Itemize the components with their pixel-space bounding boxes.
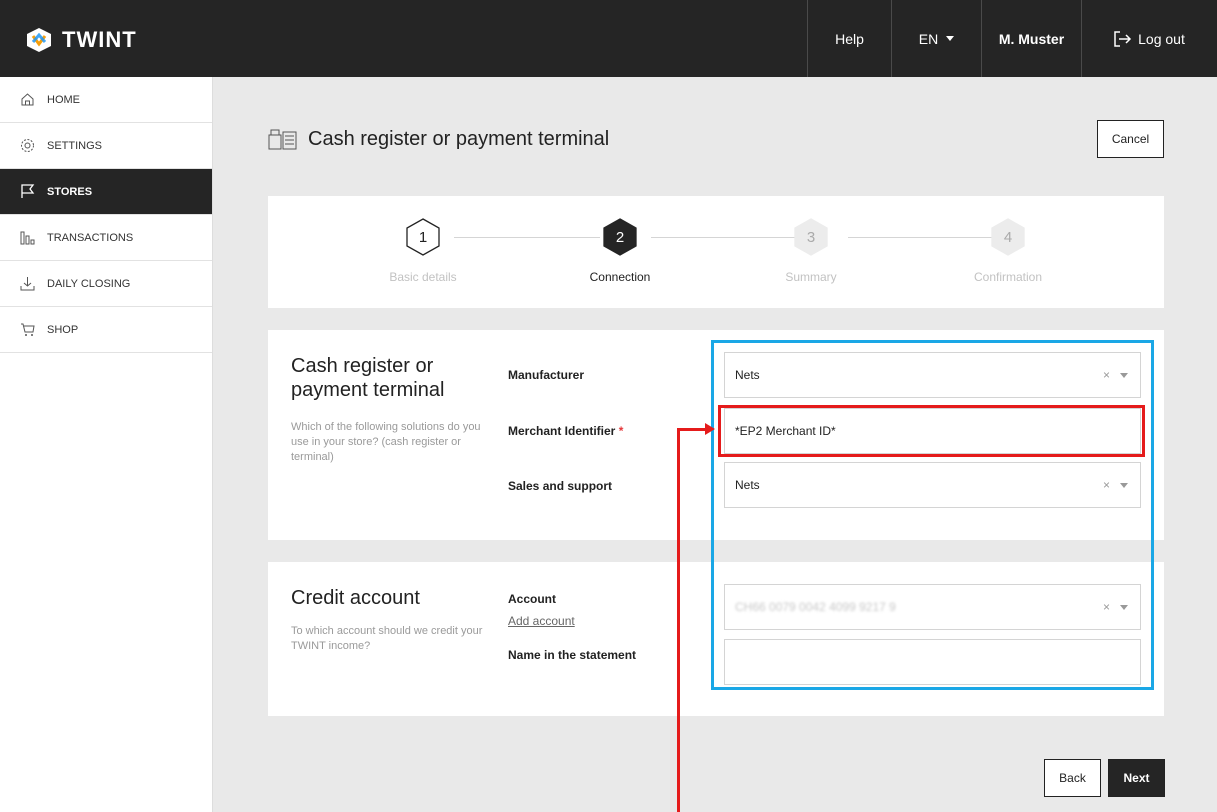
step-label: Summary — [785, 270, 837, 284]
select-controls: × — [1103, 600, 1128, 614]
page-title-row: Cash register or payment terminal — [268, 128, 609, 151]
section-title: Cash register or payment terminal — [291, 355, 445, 401]
account-select[interactable]: CH66 0079 0042 4099 9217 9 × — [724, 584, 1141, 630]
merchant-id-label-text: Merchant Identifier — [508, 424, 616, 438]
clear-icon[interactable]: × — [1103, 478, 1110, 492]
step-number: 4 — [1003, 228, 1013, 246]
add-account-link[interactable]: Add account — [508, 614, 575, 628]
language-selector[interactable]: EN — [891, 0, 981, 77]
account-label: Account — [508, 592, 556, 606]
logout-label: Log out — [1138, 30, 1185, 47]
next-label: Next — [1123, 771, 1150, 785]
page-title: Cash register or payment terminal — [308, 128, 610, 150]
sidebar-item-label: HOME — [47, 93, 80, 106]
chevron-down-icon[interactable] — [1120, 604, 1128, 610]
section-title: Credit account — [291, 587, 420, 609]
flag-icon — [21, 184, 35, 198]
twint-logo[interactable]: TWINT — [24, 26, 137, 54]
progress-stepper: 1 Basic details 2 Connection 3 Summary 4… — [268, 196, 1164, 308]
top-bar: TWINT Help EN M. Muster Log out — [0, 0, 1217, 77]
cancel-button[interactable]: Cancel — [1097, 120, 1164, 158]
step-number: 3 — [806, 228, 816, 246]
cancel-label: Cancel — [1111, 132, 1150, 146]
cash-register-icon — [268, 129, 297, 149]
logo-text: TWINT — [62, 27, 137, 52]
sidebar-item-transactions[interactable]: TRANSACTIONS — [0, 215, 212, 261]
user-name: M. Muster — [998, 30, 1065, 47]
hexagon-icon: 2 — [602, 218, 638, 256]
step-label: Basic details — [389, 270, 457, 284]
home-icon — [21, 93, 34, 106]
account-value: CH66 0079 0042 4099 9217 9 — [735, 600, 896, 614]
step-number: 1 — [418, 228, 428, 246]
required-marker: * — [618, 424, 624, 438]
merchant-id-input[interactable]: *EP2 Merchant ID* — [724, 408, 1141, 454]
bar-chart-icon — [20, 231, 35, 245]
cart-icon — [21, 323, 35, 336]
step-connection: 2 Connection — [570, 218, 670, 284]
sales-support-select[interactable]: Nets × — [724, 462, 1141, 508]
twint-logo-icon — [27, 28, 51, 52]
sidebar-item-label: SHOP — [47, 323, 79, 336]
help-link[interactable]: Help — [807, 0, 891, 77]
sidebar: HOME SETTINGS STORES TRANSACTIONS DAILY … — [0, 77, 213, 812]
statement-name-label: Name in the statement — [508, 648, 637, 662]
chevron-down-icon — [946, 36, 955, 41]
sidebar-item-label: TRANSACTIONS — [47, 231, 134, 244]
back-label: Back — [1059, 771, 1086, 785]
user-menu[interactable]: M. Muster — [981, 0, 1081, 77]
clear-icon[interactable]: × — [1103, 368, 1110, 382]
sidebar-item-label: DAILY CLOSING — [47, 277, 131, 290]
step-summary: 3 Summary — [761, 218, 861, 284]
manufacturer-value: Nets — [735, 368, 760, 382]
sidebar-item-settings[interactable]: SETTINGS — [0, 123, 212, 169]
section-description: Which of the following solutions do you … — [291, 421, 481, 463]
arrow-right-icon — [705, 423, 715, 435]
logout-icon — [1114, 30, 1132, 47]
manufacturer-select[interactable]: Nets × — [724, 352, 1141, 398]
gear-icon — [21, 139, 34, 152]
sidebar-item-shop[interactable]: SHOP — [0, 307, 212, 353]
hexagon-icon: 1 — [405, 218, 441, 256]
section-description: To which account should we credit your T… — [291, 625, 483, 652]
next-button[interactable]: Next — [1108, 759, 1165, 797]
step-number: 2 — [615, 228, 625, 246]
sidebar-item-home[interactable]: HOME — [0, 77, 212, 123]
step-label: Confirmation — [973, 270, 1043, 284]
terminal-section: Cash register or payment terminal Which … — [268, 330, 1164, 540]
back-button[interactable]: Back — [1044, 759, 1101, 797]
step-basic-details: 1 Basic details — [373, 218, 473, 284]
sidebar-item-stores[interactable]: STORES — [0, 169, 212, 215]
merchant-id-label: Merchant Identifier * — [508, 424, 623, 438]
hexagon-icon: 3 — [793, 218, 829, 256]
annotation-arrow-line — [677, 428, 707, 431]
download-icon — [20, 277, 35, 291]
step-confirmation: 4 Confirmation — [958, 218, 1058, 284]
sidebar-item-label: STORES — [47, 185, 93, 198]
sidebar-item-daily-closing[interactable]: DAILY CLOSING — [0, 261, 212, 307]
manufacturer-label: Manufacturer — [508, 368, 585, 382]
logout-button[interactable]: Log out — [1081, 0, 1217, 77]
sales-support-label: Sales and support — [508, 479, 613, 493]
step-label: Connection — [589, 270, 651, 284]
language-label: EN — [918, 30, 939, 47]
chevron-down-icon[interactable] — [1120, 372, 1128, 378]
help-label: Help — [835, 30, 864, 47]
sidebar-item-label: SETTINGS — [47, 139, 103, 152]
annotation-arrow-line — [677, 428, 680, 812]
select-controls: × — [1103, 368, 1128, 382]
hexagon-icon: 4 — [990, 218, 1026, 256]
sales-support-value: Nets — [735, 478, 760, 492]
select-controls: × — [1103, 478, 1128, 492]
clear-icon[interactable]: × — [1103, 600, 1110, 614]
merchant-id-value: *EP2 Merchant ID* — [735, 424, 836, 438]
chevron-down-icon[interactable] — [1120, 482, 1128, 488]
credit-account-section: Credit account To which account should w… — [268, 562, 1164, 716]
statement-name-input[interactable] — [724, 639, 1141, 685]
